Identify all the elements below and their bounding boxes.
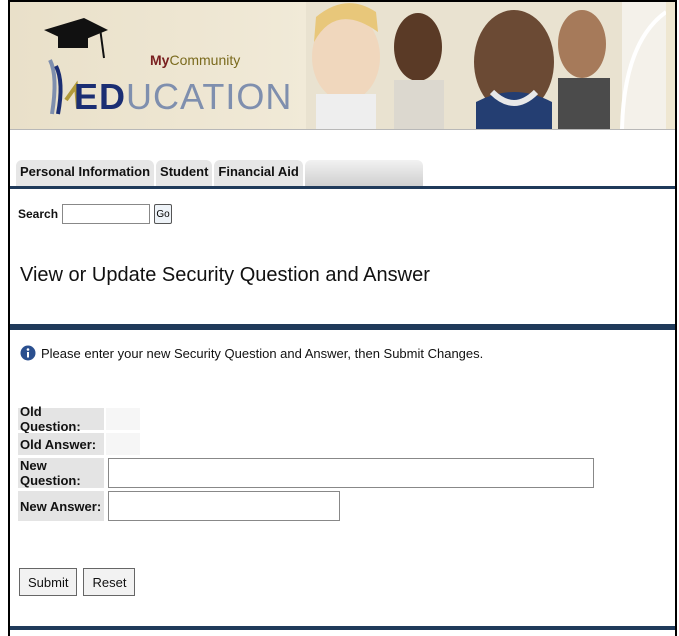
site-logo[interactable]: MyCommunity EDUCATION — [10, 2, 308, 129]
banner-photo — [306, 2, 666, 129]
tab-student[interactable]: Student — [156, 160, 213, 186]
new-question-input[interactable] — [108, 458, 594, 488]
tabs-divider — [10, 186, 675, 189]
logo-community-text: MyCommunity — [150, 52, 241, 68]
header-banner: MyCommunity EDUCATION — [10, 2, 675, 130]
search-input[interactable] — [62, 204, 151, 224]
page-frame: MyCommunity EDUCATION Personal Informati… — [8, 0, 677, 636]
title-divider — [10, 324, 675, 330]
tab-personal-information[interactable]: Personal Information — [16, 160, 155, 186]
logo-education-text: EDUCATION — [74, 76, 293, 117]
submit-button[interactable]: Submit — [19, 568, 78, 596]
footer-divider — [10, 626, 675, 630]
old-answer-label: Old Answer: — [18, 433, 104, 455]
reset-button[interactable]: Reset — [83, 568, 136, 596]
old-question-value — [106, 408, 140, 430]
new-question-label: New Question: — [18, 458, 104, 488]
old-answer-row: Old Answer: — [18, 433, 594, 455]
security-question-form: Old Question: Old Answer: New Question: … — [18, 404, 594, 524]
old-question-label: Old Question: — [18, 404, 104, 434]
main-tabs: Personal Information Student Financial A… — [16, 160, 425, 186]
old-question-row: Old Question: — [18, 404, 594, 434]
info-message: Please enter your new Security Question … — [20, 345, 483, 361]
info-icon — [20, 345, 36, 361]
new-answer-input[interactable] — [108, 491, 340, 521]
old-answer-value — [106, 433, 140, 455]
search-go-button[interactable]: Go — [154, 204, 173, 224]
search-label: Search — [18, 207, 59, 221]
tab-obscured[interactable] — [304, 160, 423, 186]
form-buttons: Submit Reset — [19, 568, 141, 596]
new-question-row: New Question: — [18, 458, 594, 488]
search-bar: Search Go — [18, 204, 173, 224]
info-text: Please enter your new Security Question … — [41, 345, 484, 361]
tab-financial-aid[interactable]: Financial Aid — [214, 160, 303, 186]
new-answer-label: New Answer: — [18, 491, 104, 521]
new-answer-row: New Answer: — [18, 491, 594, 521]
page-title: View or Update Security Question and Ans… — [20, 264, 430, 286]
